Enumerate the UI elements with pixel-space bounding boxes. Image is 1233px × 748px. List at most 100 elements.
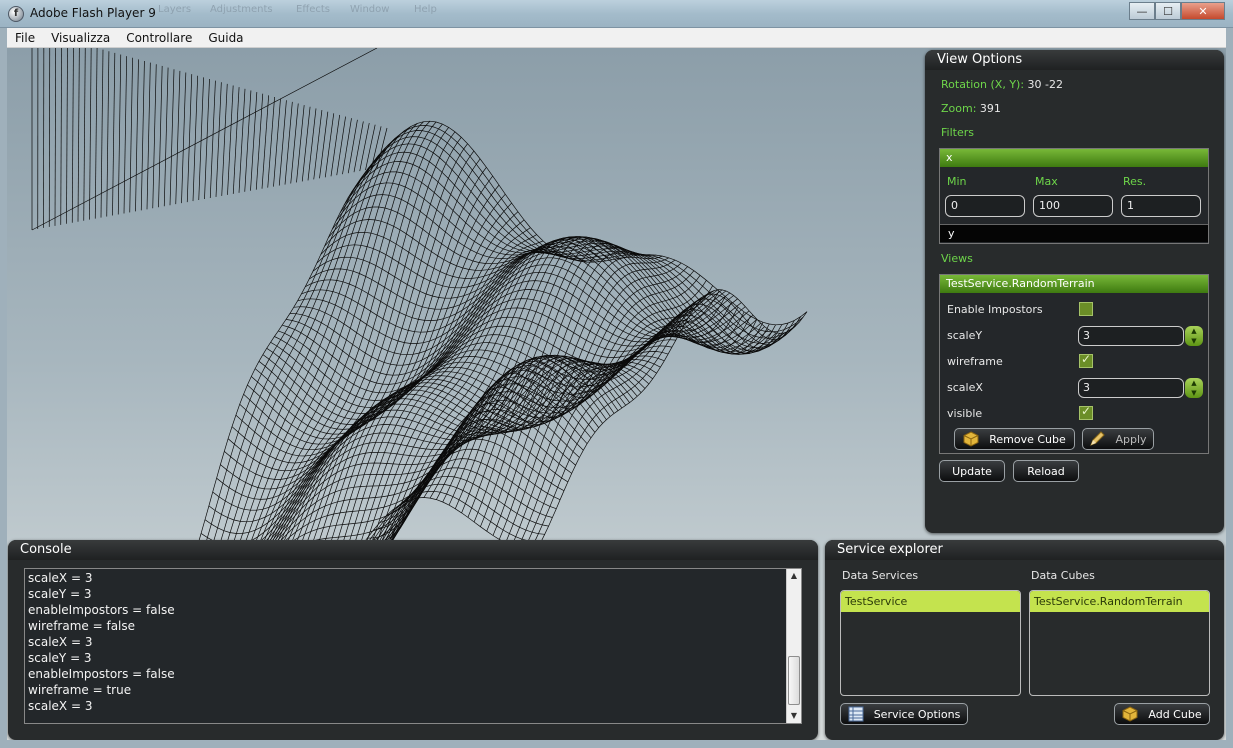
- minimize-button[interactable]: —: [1129, 2, 1155, 20]
- menu-visualizza[interactable]: Visualizza: [43, 31, 118, 45]
- ghost-menu-effects: Effects: [296, 4, 330, 15]
- stepper-up-icon[interactable]: ▲: [1185, 378, 1203, 388]
- filter-res-label: Res.: [1123, 175, 1147, 188]
- add-cube-label: Add Cube: [1148, 707, 1202, 721]
- scroll-down-icon[interactable]: ▼: [787, 709, 801, 723]
- add-cube-button[interactable]: Add Cube: [1114, 703, 1210, 725]
- console-line: wireframe = false: [28, 619, 136, 633]
- console-line: scaleX = 3: [28, 635, 93, 649]
- terrain-wall-line: [146, 62, 151, 210]
- enable-impostors-label: Enable Impostors: [947, 303, 1043, 316]
- console-scrollbar[interactable]: ▲ ▼: [786, 569, 801, 723]
- terrain-wall-line: [186, 74, 193, 203]
- reload-button[interactable]: Reload: [1013, 460, 1079, 482]
- terrain-wall-line: [83, 48, 86, 221]
- filters-box: x Min Max Res. 0 100 1 y: [939, 148, 1209, 244]
- console-lines: scaleX = 3 scaleY = 3 enableImpostors = fa…: [28, 570, 175, 714]
- close-button[interactable]: ✕: [1181, 2, 1225, 20]
- filters-label: Filters: [941, 126, 974, 139]
- visible-checkbox[interactable]: [1079, 404, 1093, 420]
- ghost-menu-help: Help: [414, 4, 437, 15]
- rotation-value: 30 -22: [1027, 78, 1064, 91]
- scaley-input[interactable]: 3: [1078, 326, 1184, 346]
- scaley-label: scaleY: [947, 329, 983, 342]
- menu-controllare[interactable]: Controllare: [118, 31, 200, 45]
- ghost-menu-window: Window: [350, 4, 390, 15]
- terrain-wall-line: [106, 51, 110, 217]
- console-line: scaleX = 3: [28, 571, 93, 585]
- terrain-wall-line: [215, 82, 222, 197]
- stepper-down-icon[interactable]: ▼: [1185, 336, 1203, 346]
- filter-y-header[interactable]: y: [940, 224, 1208, 242]
- scroll-up-icon[interactable]: ▲: [787, 569, 801, 583]
- terrain-wall-line: [284, 101, 293, 185]
- terrain-wall-line: [267, 96, 275, 188]
- terrain-grid-line: [359, 130, 800, 339]
- terrain-wall-line: [255, 93, 264, 190]
- data-services-label: Data Services: [842, 569, 919, 582]
- terrain-wall-top-edge: [31, 48, 378, 231]
- terrain-wall-line: [181, 72, 187, 204]
- filter-x-header[interactable]: x: [940, 149, 1208, 167]
- stepper-down-icon[interactable]: ▼: [1185, 388, 1203, 398]
- rotation-label: Rotation (X, Y):: [941, 78, 1025, 91]
- scalex-input[interactable]: 3: [1078, 378, 1184, 398]
- menu-file[interactable]: File: [7, 31, 43, 45]
- filter-res-input[interactable]: 1: [1121, 195, 1201, 217]
- stepper-up-icon[interactable]: ▲: [1185, 326, 1203, 336]
- view-options-title: View Options: [925, 50, 1224, 70]
- terrain-wall-line: [158, 65, 163, 208]
- service-options-button[interactable]: Service Options: [840, 703, 968, 725]
- terrain-wall-line: [89, 48, 92, 220]
- filter-min-input[interactable]: 0: [945, 195, 1025, 217]
- terrain-wall-line: [152, 64, 157, 209]
- terrain-wall-line: [48, 48, 51, 227]
- table-icon: [848, 706, 864, 722]
- flash-stage: View Options Rotation (X, Y): 30 -22 Zoo…: [7, 48, 1226, 740]
- flash-player-icon: f: [8, 6, 24, 22]
- terrain-wall-line: [238, 88, 246, 193]
- console-line: scaleX = 3: [28, 699, 93, 713]
- update-button[interactable]: Update: [939, 460, 1005, 482]
- menu-bar: File Visualizza Controllare Guida: [7, 28, 1226, 48]
- terrain-wall-line: [278, 100, 287, 186]
- apply-button[interactable]: Apply: [1082, 428, 1154, 450]
- data-services-list[interactable]: TestService: [840, 590, 1021, 696]
- wireframe-checkbox[interactable]: [1079, 352, 1093, 368]
- enable-impostors-checkbox[interactable]: [1079, 302, 1093, 316]
- terrain-wall-line: [273, 98, 281, 187]
- menu-guida[interactable]: Guida: [200, 31, 251, 45]
- terrain-wall-line: [66, 48, 68, 224]
- scalex-stepper[interactable]: ▲ ▼: [1185, 378, 1203, 398]
- terrain-wall-line: [60, 48, 62, 225]
- maximize-button[interactable]: ☐: [1155, 2, 1181, 20]
- terrain-wall-line: [290, 103, 299, 184]
- console-title: Console: [8, 540, 818, 560]
- cube-icon: [1122, 706, 1138, 722]
- list-item[interactable]: TestService.RandomTerrain: [1030, 591, 1209, 612]
- terrain-wall-line: [123, 56, 128, 214]
- list-item[interactable]: TestService: [841, 591, 1020, 612]
- view-box: TestService.RandomTerrain Enable Imposto…: [939, 274, 1209, 454]
- scaley-stepper[interactable]: ▲ ▼: [1185, 326, 1203, 346]
- terrain-wall-line: [221, 83, 228, 196]
- remove-cube-button[interactable]: Remove Cube: [954, 428, 1075, 450]
- terrain-wall-line: [209, 80, 216, 198]
- data-cubes-list[interactable]: TestService.RandomTerrain: [1029, 590, 1210, 696]
- terrain-wall-line: [244, 90, 252, 192]
- terrain-wall-line: [359, 123, 370, 172]
- scroll-thumb[interactable]: [788, 656, 800, 705]
- view-header[interactable]: TestService.RandomTerrain: [940, 275, 1208, 293]
- zoom-value: 391: [979, 102, 1001, 115]
- views-label: Views: [941, 252, 973, 265]
- console-line: enableImpostors = false: [28, 603, 175, 617]
- terrain-wall-line: [117, 54, 122, 215]
- filter-max-input[interactable]: 100: [1033, 195, 1113, 217]
- scalex-label: scaleX: [947, 381, 983, 394]
- terrain-wall-line: [94, 48, 98, 219]
- terrain-grid-line: [492, 322, 764, 536]
- console-panel: Console scaleX = 3 scaleY = 3 enableImpost…: [8, 540, 818, 740]
- console-output[interactable]: scaleX = 3 scaleY = 3 enableImpostors = fa…: [24, 568, 802, 724]
- terrain-wall-line: [77, 48, 80, 222]
- zoom-label: Zoom:: [941, 102, 977, 115]
